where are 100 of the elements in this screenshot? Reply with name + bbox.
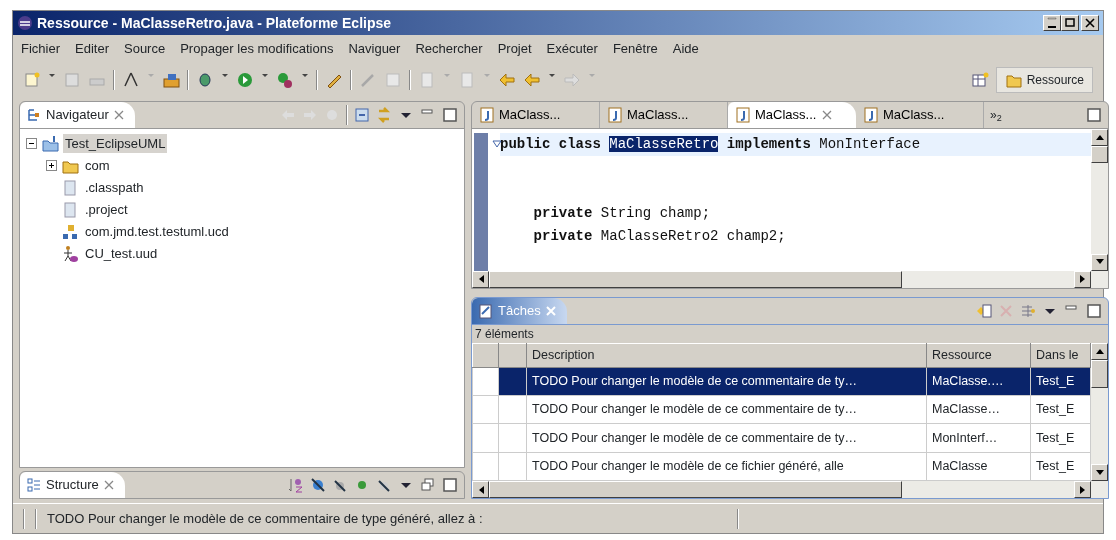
close-icon[interactable] xyxy=(112,108,125,121)
expand-icon[interactable] xyxy=(46,160,57,171)
file-icon xyxy=(61,200,79,219)
table-cell: Test_E xyxy=(1030,367,1091,396)
scroll-up-button[interactable] xyxy=(1091,128,1108,146)
sort-icon[interactable] xyxy=(288,477,304,493)
tree-item[interactable]: .project xyxy=(83,199,130,220)
editor-tab[interactable]: MaClass... xyxy=(728,101,856,128)
collapse-all-icon[interactable] xyxy=(354,106,370,123)
editor-tab[interactable]: MaClass... xyxy=(856,101,984,128)
table-cell: TODO Pour changer le modèle de ce commentaire de ty… xyxy=(526,367,927,396)
tree-item[interactable]: com xyxy=(83,155,112,176)
table-cell: Test_E xyxy=(1030,423,1091,453)
close-icon xyxy=(1084,17,1096,29)
tree-item[interactable]: Test_EclipseUML xyxy=(63,133,168,154)
tree-item[interactable]: .classpath xyxy=(83,177,146,198)
run-icon[interactable] xyxy=(236,70,254,89)
maximize-icon[interactable] xyxy=(442,477,458,493)
view-tab[interactable]: Navigateur xyxy=(20,101,135,128)
down-arrow-icon xyxy=(1095,469,1104,476)
add-task-icon[interactable] xyxy=(976,302,992,319)
close-button[interactable] xyxy=(1081,15,1099,31)
code-line: private MaClasseRetro2 champ2; xyxy=(532,226,787,246)
menu-item[interactable]: Propager les modifications xyxy=(180,39,334,59)
perspective-button[interactable]: Ressource xyxy=(995,66,1093,93)
column-header[interactable] xyxy=(472,343,499,367)
overflow-tabs[interactable]: »$_{2}$ xyxy=(990,105,1002,124)
view-tab[interactable]: Structure xyxy=(20,472,125,498)
status-message: TODO Pour changer le modèle de ce commentaire de type généré, allez à : xyxy=(47,509,484,528)
menu-item[interactable]: Editer xyxy=(75,39,109,59)
right-arrow-icon xyxy=(1079,485,1086,494)
down-arrow-icon xyxy=(1095,259,1104,265)
right-arrow-icon xyxy=(1079,275,1086,283)
open-perspective-icon[interactable] xyxy=(970,70,989,89)
column-header[interactable]: Ressource xyxy=(926,343,1031,367)
up-arrow-icon xyxy=(1095,348,1104,354)
menu-item[interactable]: Source xyxy=(124,39,166,59)
item-count: 7 éléments xyxy=(474,325,535,343)
minimize-button[interactable] xyxy=(1043,15,1061,31)
maximize-icon xyxy=(1064,17,1076,29)
editor-tab[interactable]: MaClass... xyxy=(600,101,728,128)
outline-icon xyxy=(26,477,42,493)
up-arrow-icon xyxy=(1095,134,1104,140)
java-file-icon xyxy=(480,106,494,123)
close-icon[interactable] xyxy=(102,479,115,491)
tasks-icon xyxy=(478,302,494,319)
maximize-icon[interactable] xyxy=(1086,302,1102,319)
menu-item[interactable]: Projet xyxy=(497,39,532,59)
navigator-icon xyxy=(26,106,42,123)
menu-item[interactable]: Aide xyxy=(672,39,699,59)
maximize-icon[interactable] xyxy=(442,106,458,123)
maximize-button[interactable] xyxy=(1061,15,1079,31)
maximize-icon[interactable] xyxy=(1086,106,1102,123)
close-icon[interactable] xyxy=(821,108,834,121)
scroll-down-button[interactable] xyxy=(1091,253,1108,271)
restore-icon[interactable] xyxy=(420,477,436,493)
left-arrow-icon xyxy=(477,485,484,494)
table-cell: Test_E xyxy=(1030,395,1091,424)
scroll-down-button[interactable] xyxy=(1091,464,1108,481)
window-title: Ressource - MaClasseRetro.java - Plateforme Eclipse xyxy=(37,13,393,33)
minimize-icon xyxy=(1046,17,1058,29)
table-cell: TODO Pour changer le modèle de ce commentaire de ty… xyxy=(526,395,927,424)
menu-item[interactable]: Fenêtre xyxy=(612,39,658,59)
table-cell: MaClasse.… xyxy=(926,367,1031,396)
table-cell: MonInterf… xyxy=(926,423,1031,453)
eclipse-logo-icon xyxy=(17,15,33,31)
column-header[interactable]: Dans le xyxy=(1030,343,1091,367)
left-arrow-icon xyxy=(477,275,484,283)
table-cell: Test_E xyxy=(1030,452,1091,481)
collapse-icon[interactable] xyxy=(26,138,37,149)
scroll-left-button[interactable] xyxy=(472,481,489,498)
menu-item[interactable]: Fichier xyxy=(21,39,60,59)
menu-item[interactable]: Exécuter xyxy=(546,39,598,59)
scroll-up-button[interactable] xyxy=(1091,342,1108,360)
java-file-icon xyxy=(736,106,750,123)
editor-tab[interactable]: MaClass... xyxy=(472,101,600,128)
hide-static-icon[interactable] xyxy=(332,477,348,493)
column-header[interactable]: Description xyxy=(526,343,927,367)
tree-item[interactable]: com.jmd.test.testuml.ucd xyxy=(83,221,231,242)
table-cell: TODO Pour changer le modèle de ce commentaire de ty… xyxy=(526,423,927,453)
file-icon xyxy=(61,178,79,197)
table-cell: TODO Pour changer le modèle de ce fichier généré, alle xyxy=(526,452,927,481)
java-file-icon xyxy=(864,106,878,123)
table-cell: MaClasse… xyxy=(926,395,1031,424)
scroll-right-button[interactable] xyxy=(1074,481,1091,498)
column-header[interactable] xyxy=(498,343,527,367)
scroll-thumb[interactable] xyxy=(489,481,903,498)
table-cell: MaClasse xyxy=(926,452,1031,481)
project-folder-icon xyxy=(41,134,59,153)
diagram-icon xyxy=(61,222,79,241)
external-tool-icon[interactable] xyxy=(276,70,294,89)
scroll-thumb[interactable] xyxy=(1091,359,1108,388)
java-file-icon xyxy=(608,106,622,123)
actor-icon xyxy=(61,244,79,263)
collapse-icon[interactable] xyxy=(492,138,502,149)
menu-item[interactable]: Naviguer xyxy=(348,39,401,59)
code-line: private String champ; xyxy=(532,203,712,223)
menu-item[interactable]: Rechercher xyxy=(415,39,483,59)
tree-item[interactable]: CU_test.uud xyxy=(83,243,160,264)
hide-fields-icon[interactable] xyxy=(310,477,326,493)
